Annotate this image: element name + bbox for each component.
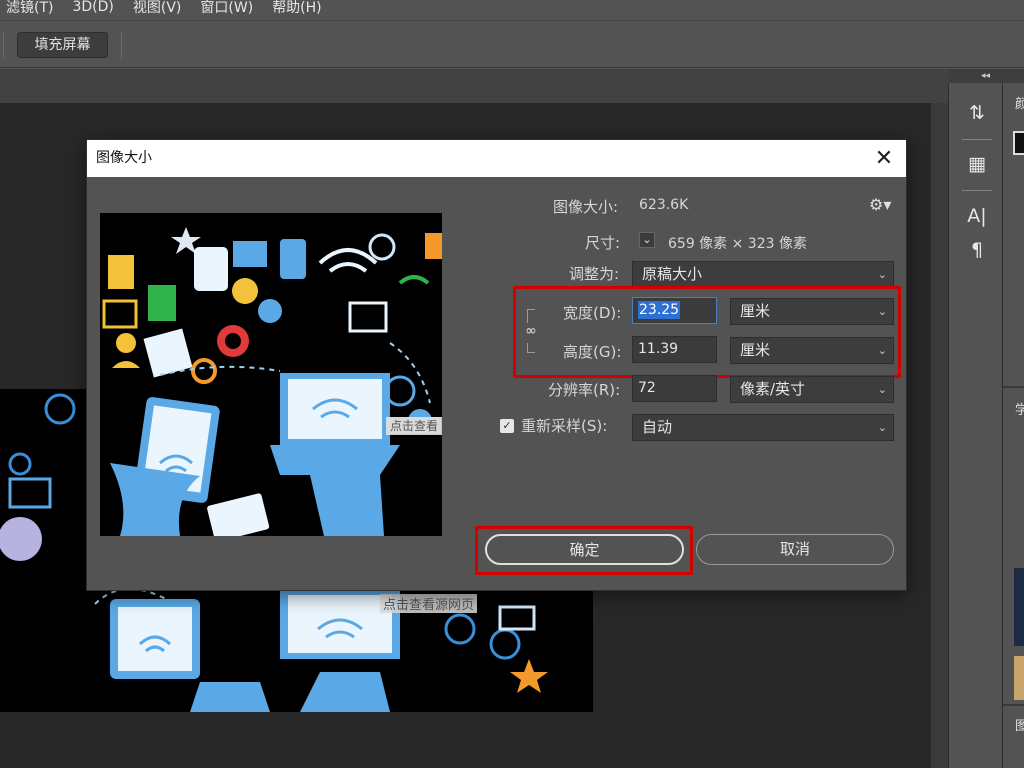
color-panel-tab[interactable]: 颜: [1015, 93, 1024, 112]
image-size-dialog: 图像大小 ✕ 点击查看 图像大小: 623.6K ⚙▾ 尺寸: ⌄ 659 像素…: [86, 139, 907, 591]
chevron-down-icon: ⌄: [877, 268, 887, 281]
fill-screen-button[interactable]: 填充屏幕: [17, 32, 108, 58]
resolution-unit-dropdown[interactable]: 像素/英寸 ⌄: [730, 376, 894, 403]
chevron-down-icon: ⌄: [877, 421, 887, 434]
menu-3d[interactable]: 3D(D): [72, 0, 113, 15]
resolution-label: 分辨率(R):: [548, 381, 621, 399]
chevron-down-icon: ⌄: [877, 383, 887, 396]
resolution-value: 72: [638, 380, 656, 396]
dialog-title: 图像大小: [87, 140, 906, 177]
cancel-button[interactable]: 取消: [696, 534, 894, 565]
watermark-text: 点击查看源网页: [380, 594, 478, 613]
resolution-input[interactable]: 72: [632, 375, 717, 402]
image-size-value: 623.6K: [639, 197, 689, 213]
menu-window[interactable]: 窗口(W): [200, 0, 253, 17]
options-bar: 填充屏幕: [0, 20, 1024, 68]
resample-label: 重新采样(S):: [521, 417, 608, 435]
collapse-panels-button[interactable]: ◂◂: [948, 69, 1024, 83]
resolution-unit-value: 像素/英寸: [740, 380, 806, 398]
character-icon[interactable]: A|: [966, 204, 988, 228]
image-size-label: 图像大小:: [553, 198, 619, 216]
dimensions-unit-dropdown[interactable]: ⌄: [639, 232, 655, 248]
dimensions-value: 659 像素 × 323 像素: [668, 236, 807, 252]
gear-icon[interactable]: ⚙▾: [869, 195, 891, 214]
resample-value: 自动: [642, 418, 673, 436]
layers-panel-tab[interactable]: 图: [1015, 715, 1024, 734]
options-separator: [121, 31, 122, 59]
image-preview[interactable]: 点击查看: [100, 213, 442, 536]
panel-separator: [1003, 704, 1024, 706]
menu-bar: 滤镜(T) 3D(D) 视图(V) 窗口(W) 帮助(H): [0, 0, 1024, 19]
vertical-scrollbar[interactable]: [930, 103, 948, 768]
menu-filter[interactable]: 滤镜(T): [6, 0, 53, 17]
paragraph-icon[interactable]: ¶: [966, 238, 988, 262]
strip-separator: [962, 190, 992, 191]
close-icon[interactable]: ✕: [874, 140, 894, 177]
menu-view[interactable]: 视图(V): [133, 0, 182, 17]
fit-to-dropdown[interactable]: 原稿大小 ⌄: [632, 261, 894, 288]
watermark-text: 点击查看: [387, 417, 442, 434]
foreground-color-swatch[interactable]: [1013, 131, 1024, 155]
resample-dropdown[interactable]: 自动 ⌄: [632, 414, 894, 441]
dimensions-label: 尺寸:: [585, 234, 621, 252]
ok-button[interactable]: 确定: [485, 534, 684, 565]
menu-help[interactable]: 帮助(H): [272, 0, 321, 17]
highlight-box: [513, 286, 901, 378]
learn-panel-tab[interactable]: 学: [1015, 399, 1024, 418]
fit-to-label: 调整为:: [569, 265, 620, 283]
panel-thumbnail[interactable]: [1014, 656, 1024, 700]
3d-cube-icon[interactable]: ▦: [966, 152, 988, 176]
preview-illustration: [100, 213, 442, 536]
panel-thumbnail[interactable]: [1014, 568, 1024, 646]
document-tab-strip: [0, 69, 948, 103]
history-icon[interactable]: ⇅: [966, 101, 988, 125]
fit-to-value: 原稿大小: [642, 265, 703, 283]
resample-checkbox[interactable]: ✓: [500, 419, 514, 433]
strip-separator: [962, 139, 992, 140]
panel-separator: [1003, 386, 1024, 388]
options-separator: [3, 31, 4, 59]
